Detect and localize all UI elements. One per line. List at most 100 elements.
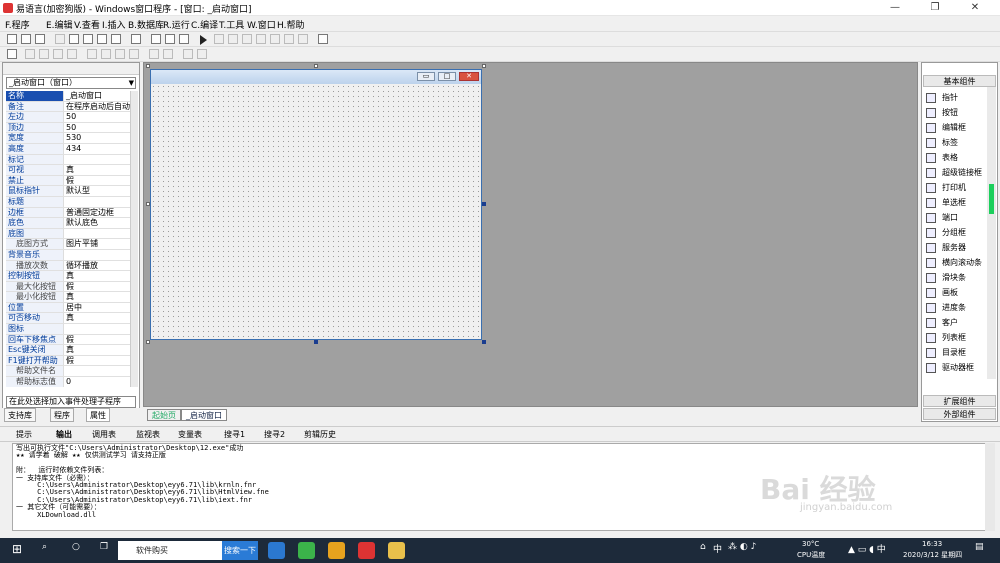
- resize-handle[interactable]: [146, 202, 150, 206]
- property-row[interactable]: 左边 50: [6, 112, 130, 123]
- property-value[interactable]: 真: [64, 165, 130, 175]
- property-row[interactable]: 宽度 530: [6, 133, 130, 144]
- align-right-icon[interactable]: [53, 49, 63, 59]
- property-row[interactable]: 最小化按钮真: [6, 292, 130, 303]
- property-row[interactable]: 图标: [6, 324, 130, 335]
- space-vertical-icon[interactable]: [163, 49, 173, 59]
- property-row[interactable]: 底色 默认底色: [6, 218, 130, 229]
- menu-help[interactable]: H.帮助: [277, 18, 304, 31]
- property-value[interactable]: [64, 324, 130, 334]
- resize-handle[interactable]: [482, 202, 486, 206]
- property-row[interactable]: 顶边 50: [6, 122, 130, 134]
- component-item[interactable]: 列表框: [926, 331, 990, 345]
- menu-compile[interactable]: C.编译: [191, 18, 218, 31]
- component-item[interactable]: 标签: [926, 136, 990, 150]
- align-left-icon[interactable]: [25, 49, 35, 59]
- center-horizontal-icon[interactable]: [183, 49, 193, 59]
- component-item[interactable]: 超级链接框: [926, 166, 990, 180]
- taskbar-search-button[interactable]: 搜索一下: [222, 541, 258, 560]
- component-item[interactable]: 编辑框: [926, 121, 990, 135]
- property-row[interactable]: 背景音乐: [6, 249, 130, 261]
- property-value[interactable]: [64, 366, 130, 376]
- paste-icon[interactable]: [83, 34, 93, 44]
- component-item[interactable]: 滑块条: [926, 271, 990, 285]
- menu-program[interactable]: F.程序: [5, 18, 30, 31]
- tab-start-page[interactable]: 起始页: [147, 409, 181, 421]
- menu-edit[interactable]: E.编辑: [46, 18, 73, 31]
- property-value[interactable]: 假: [64, 282, 130, 292]
- property-row[interactable]: 帮助标志值 0: [6, 377, 130, 387]
- tray-icons[interactable]: ⁂ ◐ ♪: [728, 542, 756, 552]
- property-row[interactable]: 名称 _启动窗口: [6, 91, 130, 102]
- component-item[interactable]: 打印机: [926, 181, 990, 195]
- property-value[interactable]: _启动窗口: [64, 91, 130, 101]
- align-center-icon[interactable]: [39, 49, 49, 59]
- property-value[interactable]: 假: [64, 335, 130, 345]
- property-value[interactable]: 居中: [64, 303, 130, 313]
- menu-run[interactable]: R.运行: [163, 18, 190, 31]
- clock-date[interactable]: 2020/3/12 星期四: [903, 550, 962, 560]
- grid-icon[interactable]: [7, 49, 17, 59]
- tab-startup-window[interactable]: _启动窗口: [181, 409, 227, 421]
- tab-call-stack[interactable]: 调用表: [92, 429, 116, 441]
- maximize-button[interactable]: ❐: [915, 0, 955, 16]
- component-item[interactable]: 画板: [926, 286, 990, 300]
- close-button[interactable]: ✕: [955, 0, 995, 16]
- stop-icon[interactable]: [214, 34, 224, 44]
- cortana-icon[interactable]: ○: [72, 542, 80, 552]
- component-scrollbar[interactable]: [987, 87, 996, 379]
- component-item[interactable]: 按钮: [926, 106, 990, 120]
- property-value[interactable]: 图片平铺: [64, 239, 130, 249]
- tab-variables[interactable]: 变量表: [178, 429, 202, 441]
- property-row[interactable]: 备注 在程序启动后自动: [6, 101, 130, 113]
- component-item[interactable]: 单选框: [926, 196, 990, 210]
- component-item[interactable]: 指针: [926, 91, 990, 105]
- resize-handle[interactable]: [146, 340, 150, 344]
- tab-clip-history[interactable]: 剪辑历史: [304, 429, 336, 441]
- tray-system-icons[interactable]: ▲ ▭ ◖ 中: [848, 542, 886, 555]
- property-value[interactable]: [64, 250, 130, 260]
- step-over-icon[interactable]: [256, 34, 266, 44]
- property-value[interactable]: 假: [64, 356, 130, 366]
- step-into-icon[interactable]: [242, 34, 252, 44]
- component-item[interactable]: 目录框: [926, 346, 990, 360]
- clock-time[interactable]: 16:33: [922, 540, 942, 548]
- tab-search1[interactable]: 搜寻1: [224, 429, 245, 441]
- property-row[interactable]: 播放次数 循环播放: [6, 260, 130, 272]
- same-width-icon[interactable]: [115, 49, 125, 59]
- object-select[interactable]: _启动窗口（窗口） ▼: [6, 77, 136, 89]
- cut-icon[interactable]: [55, 34, 65, 44]
- property-value[interactable]: [64, 197, 130, 207]
- property-row[interactable]: 控制按钮真: [6, 271, 130, 282]
- space-horizontal-icon[interactable]: [149, 49, 159, 59]
- scrollbar-thumb[interactable]: [989, 184, 994, 214]
- property-value[interactable]: 50: [64, 123, 130, 133]
- property-value[interactable]: 真: [64, 345, 130, 355]
- align-top-icon[interactable]: [67, 49, 77, 59]
- save-icon[interactable]: [35, 34, 45, 44]
- component-item[interactable]: 驱动器框: [926, 361, 990, 375]
- property-row[interactable]: F1键打开帮助假: [6, 355, 130, 367]
- property-row[interactable]: 可视真: [6, 165, 130, 176]
- property-row[interactable]: 底图方式 图片平铺: [6, 239, 130, 250]
- design-form[interactable]: ▭ □ ✕: [150, 69, 482, 340]
- tab-hint[interactable]: 提示: [16, 429, 32, 441]
- basic-components-header[interactable]: 基本组件: [923, 75, 996, 87]
- tab-watch[interactable]: 监视表: [136, 429, 160, 441]
- menu-tools[interactable]: T.工具: [219, 18, 244, 31]
- property-value[interactable]: 默认底色: [64, 218, 130, 228]
- window-view-icon[interactable]: [151, 34, 161, 44]
- property-value[interactable]: 434: [64, 144, 130, 154]
- property-value[interactable]: 循环播放: [64, 261, 130, 271]
- tab-support-library[interactable]: 支持库: [4, 408, 36, 422]
- property-row[interactable]: 边框 普通固定边框: [6, 207, 130, 219]
- property-value[interactable]: 真: [64, 271, 130, 281]
- resize-handle[interactable]: [482, 64, 486, 68]
- property-row[interactable]: 标记: [6, 154, 130, 166]
- property-row[interactable]: 可否移动真: [6, 313, 130, 325]
- search-icon[interactable]: ⌕: [42, 542, 47, 552]
- menu-view[interactable]: V.查看: [74, 18, 100, 31]
- property-value[interactable]: 普通固定边框: [64, 208, 130, 218]
- run-to-cursor-icon[interactable]: [284, 34, 294, 44]
- property-row[interactable]: 鼠标指针 默认型: [6, 186, 130, 197]
